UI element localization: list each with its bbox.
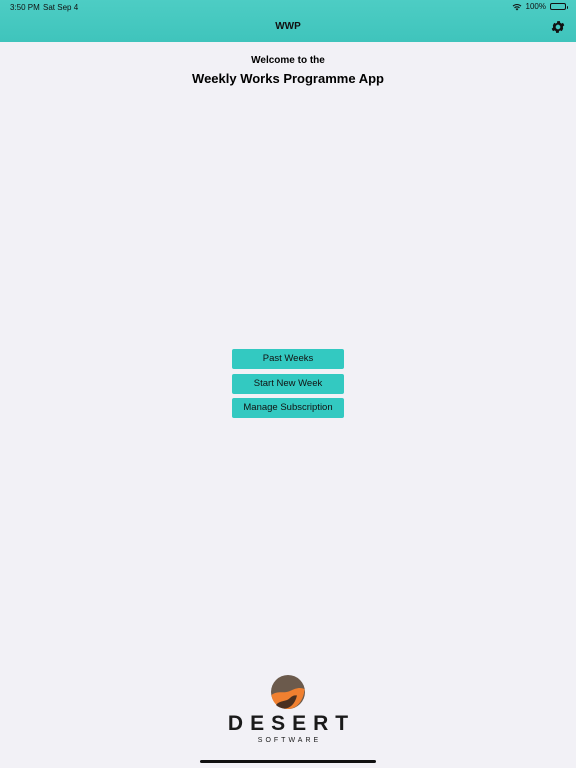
start-new-week-button[interactable]: Start New Week (232, 374, 344, 394)
desert-software-logo: DESERT SOFTWARE (216, 672, 360, 752)
manage-subscription-button[interactable]: Manage Subscription (232, 398, 344, 418)
logo-mark-icon (270, 674, 306, 710)
battery-percentage: 100% (525, 2, 546, 11)
home-indicator[interactable] (200, 760, 376, 763)
status-bar: 3:50 PM Sat Sep 4 100% (0, 0, 576, 14)
wifi-icon (512, 3, 522, 11)
app-title: Weekly Works Programme App (192, 71, 384, 86)
battery-icon (550, 3, 568, 10)
status-indicators: 100% (512, 2, 568, 11)
past-weeks-button[interactable]: Past Weeks (232, 349, 344, 369)
nav-title: WWP (275, 21, 301, 32)
status-date: Sat Sep 4 (43, 3, 79, 12)
welcome-text: Welcome to the (251, 55, 325, 66)
gear-icon[interactable] (550, 19, 566, 35)
status-time: 3:50 PM (10, 3, 40, 12)
logo-wordmark: DESERT (227, 712, 356, 735)
navigation-header: 3:50 PM Sat Sep 4 100% WWP (0, 0, 576, 42)
logo-subtitle: SOFTWARE (257, 737, 322, 744)
